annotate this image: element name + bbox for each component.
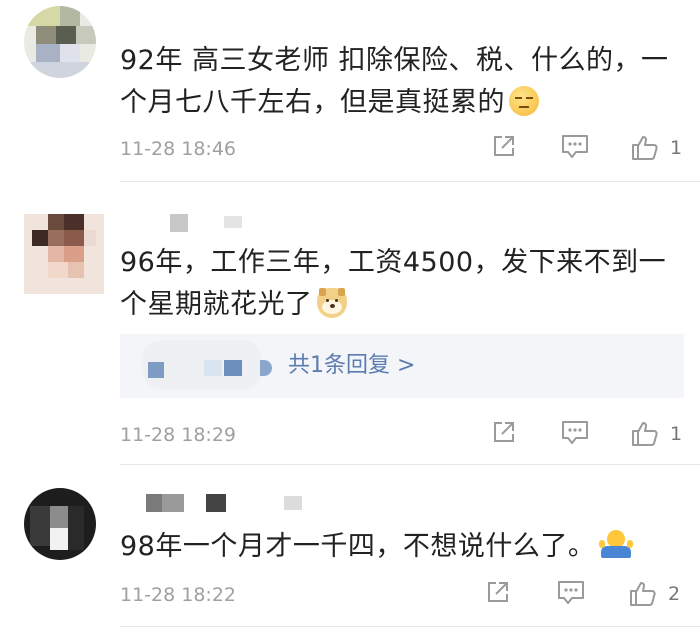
comment-text: 98年一个月才一千四，不想说什么了。 [120, 526, 684, 568]
comment-text-content: 96年，工作三年，工资4500，发下来不到一个星期就花光了 [120, 247, 667, 320]
divider [120, 464, 700, 465]
avatar[interactable] [24, 6, 96, 78]
comment-timestamp: 11-28 18:46 [120, 138, 237, 160]
comment-item: 98年一个月才一千四，不想说什么了。 11-28 18:22 2 [0, 466, 700, 630]
comment-text-content: 98年一个月才一千四，不想说什么了。 [120, 531, 596, 562]
comment-text: 96年，工作三年，工资4500，发下来不到一个星期就花光了 [120, 242, 684, 326]
doge-emoji [316, 288, 347, 318]
avatar[interactable] [24, 214, 104, 294]
comment-meta: 11-28 18:46 1 [120, 132, 700, 166]
thumbs-up-icon[interactable] [628, 578, 658, 608]
view-replies-link[interactable]: 共1条回复 > [288, 347, 415, 379]
like-count: 1 [670, 137, 683, 159]
thumbs-up-icon[interactable] [630, 132, 660, 162]
comment-timestamp: 11-28 18:22 [120, 584, 237, 606]
username-blurred [120, 494, 320, 512]
shrug-emoji [599, 530, 634, 560]
comment-meta: 11-28 18:29 1 [120, 418, 700, 452]
share-icon[interactable] [484, 578, 512, 606]
reply-icon[interactable] [560, 418, 590, 446]
reply-icon[interactable] [556, 578, 586, 606]
reply-preview[interactable]: 共1条回复 > [120, 334, 684, 398]
like-count: 1 [670, 423, 683, 445]
comment-timestamp: 11-28 18:29 [120, 424, 237, 446]
comment-item: 92年 高三女老师 扣除保险、税、什么的，一个月七八千左右，但是真挺累的 11-… [0, 0, 700, 182]
avatar[interactable] [24, 488, 96, 560]
comment-meta: 11-28 18:22 2 [120, 578, 700, 612]
username-blurred [120, 214, 260, 232]
comment-text-content: 92年 高三女老师 扣除保险、税、什么的，一个月七八千左右，但是真挺累的 [120, 45, 669, 118]
like-count: 2 [668, 583, 681, 605]
share-icon[interactable] [490, 132, 518, 160]
divider [120, 626, 700, 627]
reply-icon[interactable] [560, 132, 590, 160]
comment-text: 92年 高三女老师 扣除保险、税、什么的，一个月七八千左右，但是真挺累的 [120, 40, 684, 124]
comment-item: 96年，工作三年，工资4500，发下来不到一个星期就花光了 共1条回复 > 11… [0, 182, 700, 466]
share-icon[interactable] [490, 418, 518, 446]
thumbs-up-icon[interactable] [630, 418, 660, 448]
smirk-face-emoji [509, 86, 539, 116]
